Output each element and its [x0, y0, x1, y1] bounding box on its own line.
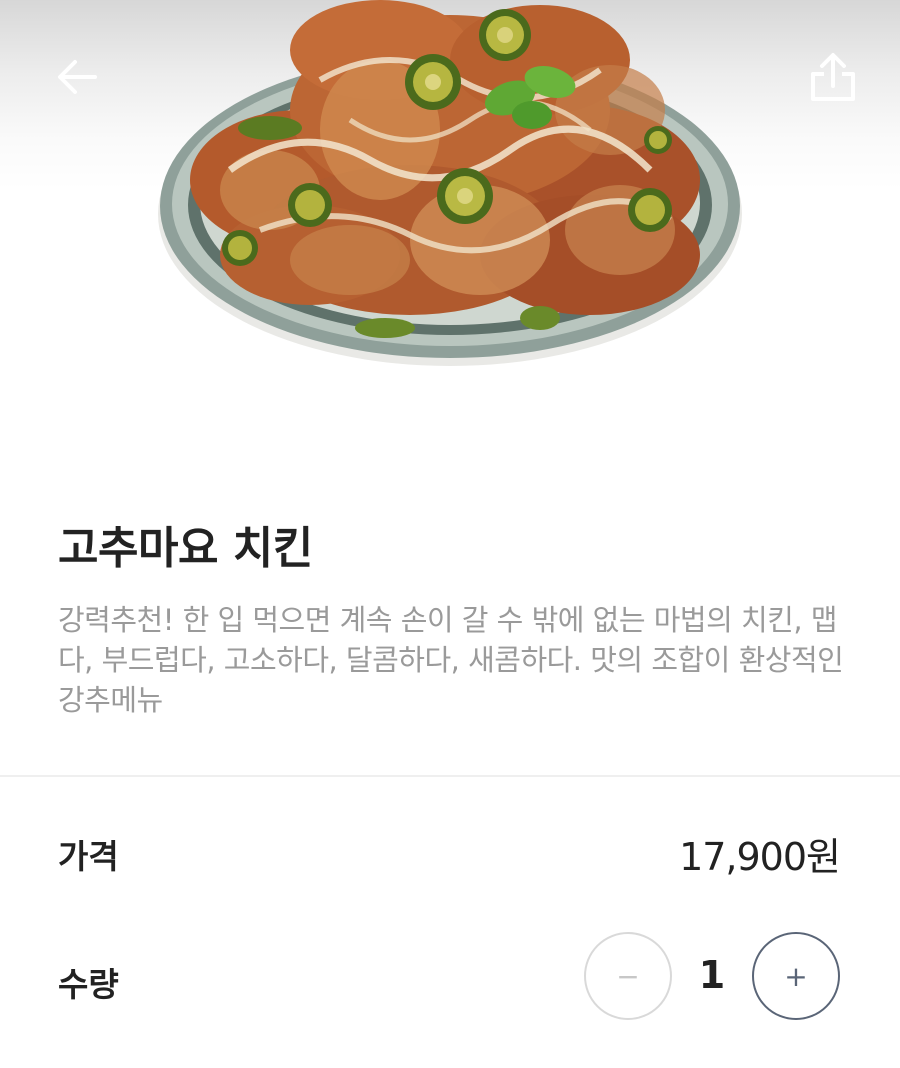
- share-button[interactable]: [798, 42, 868, 112]
- price-label: 가격: [58, 837, 119, 876]
- section-divider: [0, 775, 900, 777]
- food-photo: [158, 0, 742, 366]
- minus-icon: −: [616, 959, 640, 993]
- quantity-decrease-button[interactable]: −: [584, 932, 672, 1020]
- price-value: 17,900원: [679, 835, 841, 879]
- share-icon: [811, 53, 855, 101]
- hero-image-area: [0, 0, 900, 410]
- quantity-increase-button[interactable]: +: [752, 932, 840, 1020]
- back-button[interactable]: [42, 42, 112, 112]
- arrow-left-icon: [58, 60, 97, 94]
- quantity-value: 1: [698, 953, 726, 997]
- product-title: 고추마요 치킨: [58, 523, 313, 574]
- plus-icon: +: [784, 959, 808, 993]
- quantity-label: 수량: [58, 965, 119, 1004]
- product-description: 강력추천! 한 입 먹으면 계속 손이 갈 수 밖에 없는 마법의 치킨, 맵다…: [58, 603, 844, 717]
